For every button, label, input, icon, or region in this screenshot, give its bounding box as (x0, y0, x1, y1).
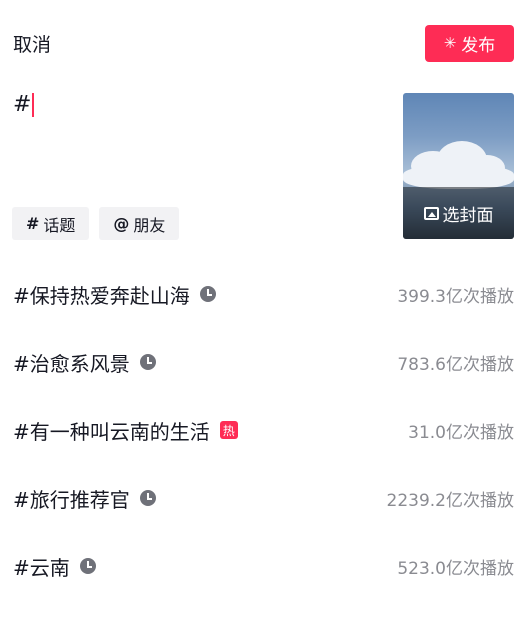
caption-text: # (13, 92, 32, 117)
play-count: 2239.2亿次播放 (386, 490, 514, 511)
select-cover-button[interactable]: 选封面 (403, 187, 514, 239)
at-icon: @ (113, 214, 130, 233)
topic-name: #旅行推荐官 (13, 487, 130, 512)
topic-suggestion-item[interactable]: #有一种叫云南的生活 热 31.0亿次播放 (0, 396, 528, 464)
play-count: 783.6亿次播放 (397, 354, 514, 375)
caption-input[interactable]: # (13, 92, 35, 117)
clock-icon (79, 558, 96, 574)
topic-suggestion-item[interactable]: #治愈系风景 783.6亿次播放 (0, 328, 528, 396)
cancel-button[interactable]: 取消 (13, 30, 51, 57)
select-cover-label: 选封面 (442, 205, 494, 226)
topic-name: #治愈系风景 (13, 351, 130, 376)
play-count: 31.0亿次播放 (408, 422, 514, 443)
topic-name: #保持热爱奔赴山海 (13, 283, 190, 308)
publish-label: 发布 (461, 36, 496, 56)
topic-suggestion-item[interactable]: #云南 523.0亿次播放 (0, 532, 528, 600)
cloud-shape (403, 165, 514, 189)
friend-chip-label: 朋友 (133, 215, 166, 235)
topic-name: #云南 (13, 555, 70, 580)
topic-suggestion-list: #保持热爱奔赴山海 399.3亿次播放 #治愈系风景 783.6亿次播放 #有一… (0, 260, 528, 600)
sparkle-icon: ✳ (443, 34, 457, 52)
image-icon (423, 206, 439, 220)
clock-icon (199, 286, 216, 302)
topic-chip-label: 话题 (43, 215, 76, 235)
hashtag-icon: # (26, 214, 40, 233)
topic-suggestion-item[interactable]: #保持热爱奔赴山海 399.3亿次播放 (0, 260, 528, 328)
publish-button[interactable]: ✳ 发布 (425, 25, 514, 62)
hot-badge: 热 (219, 421, 238, 439)
cover-thumbnail[interactable]: 选封面 (403, 93, 514, 239)
clock-icon (139, 490, 156, 506)
topic-suggestion-item[interactable]: #旅行推荐官 2239.2亿次播放 (0, 464, 528, 532)
top-bar: 取消 ✳ 发布 (0, 0, 528, 86)
text-caret (32, 92, 35, 117)
play-count: 523.0亿次播放 (397, 558, 514, 579)
topic-chip[interactable]: # 话题 (12, 207, 90, 240)
topic-name: #有一种叫云南的生活 (13, 419, 210, 444)
insert-chips: # 话题 @ 朋友 (12, 207, 180, 240)
play-count: 399.3亿次播放 (397, 286, 514, 307)
friend-chip[interactable]: @ 朋友 (99, 207, 180, 240)
clock-icon (139, 354, 156, 370)
